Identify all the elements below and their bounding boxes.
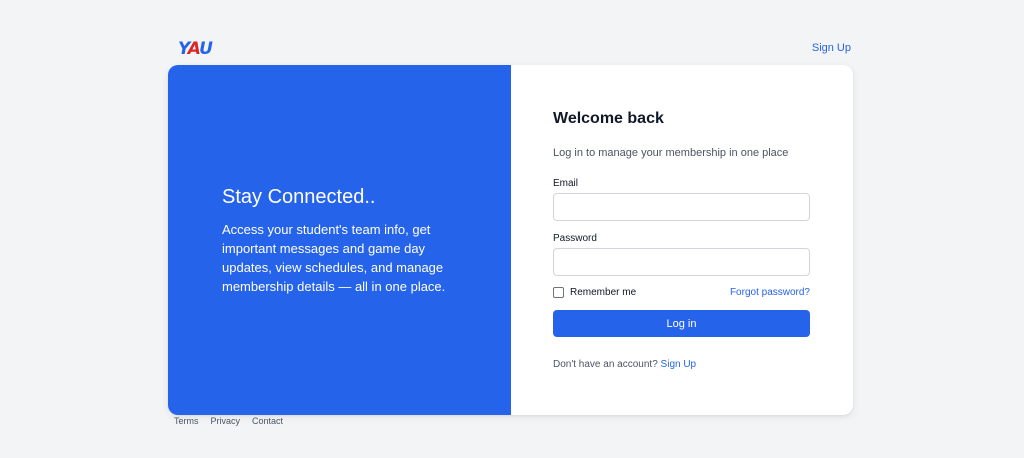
remember-me-label[interactable]: Remember me [570, 287, 636, 298]
footer-terms-link[interactable]: Terms [174, 416, 199, 426]
no-account-prompt: Don't have an account? Sign Up [553, 359, 696, 370]
forgot-password-link[interactable]: Forgot password? [730, 287, 810, 298]
login-subtitle: Log in to manage your membership in one … [553, 147, 789, 159]
no-account-text: Don't have an account? [553, 359, 658, 370]
hero-title: Stay Connected.. [222, 186, 376, 208]
hero-panel: Stay Connected.. Access your student's t… [168, 65, 511, 415]
footer-links: Terms Privacy Contact [174, 416, 283, 426]
login-card: Stay Connected.. Access your student's t… [168, 65, 853, 415]
password-label: Password [553, 233, 597, 244]
login-title: Welcome back [553, 110, 664, 127]
footer-contact-link[interactable]: Contact [252, 416, 283, 426]
remember-me: Remember me [553, 287, 636, 298]
hero-description: Access your student's team info, get imp… [222, 222, 446, 294]
remember-me-checkbox[interactable] [553, 287, 564, 298]
footer-privacy-link[interactable]: Privacy [211, 416, 241, 426]
password-field[interactable] [553, 248, 810, 276]
top-bar: YAU Sign Up [168, 36, 853, 62]
email-label: Email [553, 178, 579, 189]
signup-link-form[interactable]: Sign Up [661, 359, 697, 370]
yau-logo[interactable]: YAU [178, 38, 213, 60]
signup-link-header[interactable]: Sign Up [812, 42, 851, 54]
login-form-panel: Welcome back Log in to manage your membe… [511, 65, 853, 415]
email-field[interactable] [553, 193, 810, 221]
login-button[interactable]: Log in [553, 310, 810, 337]
